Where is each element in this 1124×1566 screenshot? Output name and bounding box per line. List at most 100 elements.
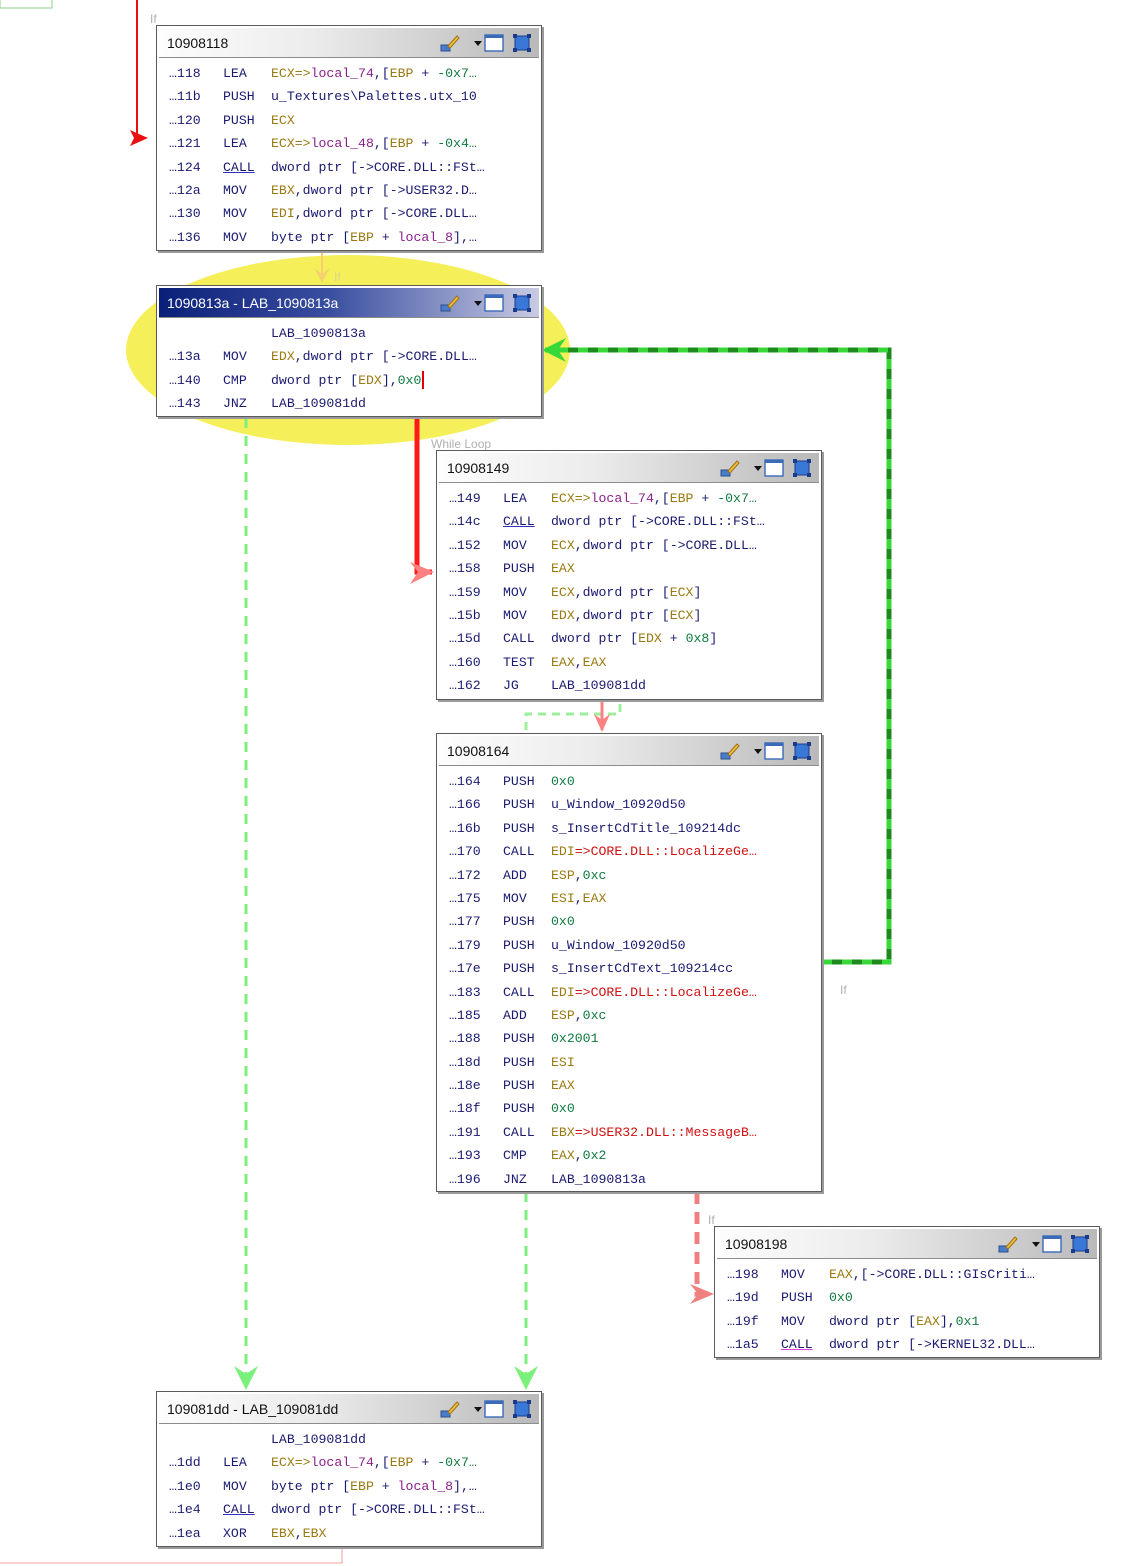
instruction-row[interactable]: …130 MOV EDI,dword ptr [->CORE.DLL… (157, 202, 541, 225)
operand-token[interactable]: , (575, 1148, 583, 1163)
operand-token[interactable]: ,dword ptr [->USER32.D… (295, 183, 477, 198)
instruction-mnemonic[interactable]: LEA (223, 1451, 247, 1474)
operand-token[interactable]: u_Window_10920d50 (551, 797, 686, 812)
instruction-mnemonic[interactable]: CALL (503, 1121, 535, 1144)
operand-token[interactable]: , (575, 655, 583, 670)
operand-token[interactable]: EBP (390, 136, 414, 151)
instruction-mnemonic[interactable]: CALL (223, 156, 255, 179)
instruction-row[interactable]: …198 MOV EAX,[->CORE.DLL::GIsCriti… (715, 1263, 1099, 1286)
code-block-1090813a[interactable]: 1090813a - LAB_1090813a LAB_1090813a …13a M… (156, 285, 542, 417)
operand-token[interactable]: local_8 (398, 1479, 453, 1494)
operand-token[interactable]: byte ptr [ (271, 1479, 350, 1494)
instruction-row[interactable]: …152 MOV ECX,dword ptr [->CORE.DLL… (437, 534, 821, 557)
instruction-row[interactable]: …191 CALL EBX=>USER32.DLL::MessageB… (437, 1121, 821, 1144)
instruction-row[interactable]: …16b PUSH s_InsertCdTitle_109214dc (437, 817, 821, 840)
operand-token[interactable]: EDX (358, 373, 382, 388)
operand-token[interactable]: + (374, 230, 398, 245)
operand-token[interactable]: LAB_109081dd (271, 396, 366, 411)
operand-token[interactable]: ESI (551, 1055, 575, 1070)
operand-token[interactable]: ,dword ptr [ (575, 585, 670, 600)
block-titlebar[interactable]: 10908149 (439, 453, 819, 483)
operand-token[interactable]: local_74 (311, 1455, 374, 1470)
instruction-mnemonic[interactable]: MOV (223, 226, 247, 249)
operand-token[interactable]: ECX (551, 538, 575, 553)
operand-token[interactable]: 0x8 (686, 631, 710, 646)
instruction-operands[interactable]: ECX,dword ptr [->CORE.DLL… (551, 534, 757, 557)
instruction-operands[interactable]: u_Window_10920d50 (551, 793, 686, 816)
instruction-mnemonic[interactable]: MOV (781, 1263, 805, 1286)
operand-token[interactable]: EBX (551, 1125, 575, 1140)
operand-token[interactable]: EDX (271, 349, 295, 364)
operand-token[interactable]: + (413, 136, 437, 151)
instruction-row[interactable]: …15b MOV EDX,dword ptr [ECX] (437, 604, 821, 627)
operand-token[interactable]: 0x0 (551, 1101, 575, 1116)
instruction-row[interactable]: …121 LEA ECX=>local_48,[EBP + -0x4… (157, 132, 541, 155)
instruction-operands[interactable]: EAX,0x2 (551, 1144, 606, 1167)
instruction-operands[interactable]: dword ptr [->CORE.DLL::FSt… (271, 156, 485, 179)
instruction-operands[interactable]: dword ptr [EAX],0x1 (829, 1310, 979, 1333)
instruction-row[interactable]: …183 CALL EDI=>CORE.DLL::LocalizeGe… (437, 981, 821, 1004)
chevron-down-icon[interactable] (1025, 1234, 1040, 1254)
instruction-operands[interactable]: EAX,EAX (551, 651, 606, 674)
operand-token[interactable]: s_InsertCdTitle_109214dc (551, 821, 741, 836)
operand-token[interactable]: EAX (551, 655, 575, 670)
window-icon[interactable] (483, 293, 505, 313)
operand-token[interactable]: 0x2 (583, 1148, 607, 1163)
instruction-operands[interactable]: dword ptr [->CORE.DLL::FSt… (551, 510, 765, 533)
instruction-mnemonic[interactable]: LEA (223, 132, 247, 155)
window-icon[interactable] (763, 741, 785, 761)
instruction-mnemonic[interactable]: XOR (223, 1522, 247, 1545)
instruction-mnemonic[interactable]: PUSH (503, 1051, 535, 1074)
operand-token[interactable]: local_48 (311, 136, 374, 151)
instruction-row[interactable]: …1ea XOR EBX,EBX (157, 1522, 541, 1545)
operand-token[interactable]: ESP (551, 868, 575, 883)
instruction-mnemonic[interactable]: JG (503, 674, 519, 697)
operand-token[interactable]: LAB_1090813a (551, 1172, 646, 1187)
instruction-row[interactable]: …177 PUSH 0x0 (437, 910, 821, 933)
operand-token[interactable]: 0x0 (829, 1290, 853, 1305)
instruction-row[interactable]: …175 MOV ESI,EAX (437, 887, 821, 910)
operand-token[interactable]: EBX (303, 1526, 327, 1541)
operand-token[interactable]: dword ptr [->CORE.DLL::FSt… (271, 160, 485, 175)
instruction-row[interactable]: …1e0 MOV byte ptr [EBP + local_8],… (157, 1475, 541, 1498)
instruction-mnemonic[interactable]: ADD (503, 864, 527, 887)
instruction-mnemonic[interactable]: MOV (503, 604, 527, 627)
operand-token[interactable]: dword ptr [->KERNEL32.DLL… (829, 1337, 1035, 1352)
instruction-mnemonic[interactable]: CALL (503, 840, 535, 863)
instruction-operands[interactable]: LAB_109081dd (551, 674, 646, 697)
edge-into-10908118[interactable] (136, 0, 140, 139)
operand-token[interactable]: u_Textures\Palettes.utx_10 (271, 89, 477, 104)
instruction-operands[interactable]: 0x0 (551, 1097, 575, 1120)
operand-token[interactable]: EAX (551, 561, 575, 576)
operand-token[interactable]: ECX (670, 585, 694, 600)
instruction-operands[interactable]: LAB_1090813a (271, 322, 366, 345)
instruction-operands[interactable]: EBX,dword ptr [->USER32.D… (271, 179, 477, 202)
operand-token[interactable]: 0x2001 (551, 1031, 598, 1046)
code-block-109081dd[interactable]: 109081dd - LAB_109081dd LAB_109081dd …1dd L… (156, 1391, 542, 1547)
operand-token[interactable]: EDI (551, 985, 575, 1000)
instruction-operands[interactable]: LAB_109081dd (271, 1428, 366, 1451)
operand-token[interactable]: s_InsertCdText_109214cc (551, 961, 733, 976)
instruction-operands[interactable]: byte ptr [EBP + local_8],… (271, 226, 477, 249)
instruction-row[interactable]: …120 PUSH ECX (157, 109, 541, 132)
instruction-mnemonic[interactable]: CALL (503, 510, 535, 533)
instruction-row[interactable]: LAB_109081dd (157, 1428, 541, 1451)
operand-token[interactable]: ,dword ptr [ (575, 608, 670, 623)
instruction-operands[interactable]: LAB_109081dd (271, 392, 366, 415)
operand-token[interactable]: ESP (551, 1008, 575, 1023)
instruction-row[interactable]: …18d PUSH ESI (437, 1051, 821, 1074)
operand-token[interactable]: ECX (551, 585, 575, 600)
operand-token[interactable]: u_Window_10920d50 (551, 938, 686, 953)
instruction-operands[interactable]: dword ptr [->CORE.DLL::FSt… (271, 1498, 485, 1521)
instruction-operands[interactable]: 0x2001 (551, 1027, 598, 1050)
operand-token[interactable]: =>USER32.DLL::MessageB… (575, 1125, 757, 1140)
operand-token[interactable]: ] (709, 631, 717, 646)
instruction-mnemonic[interactable]: CALL (781, 1333, 813, 1356)
brush-icon[interactable] (719, 741, 741, 761)
block-titlebar[interactable]: 10908118 (159, 28, 539, 58)
instruction-mnemonic[interactable]: MOV (223, 345, 247, 368)
instruction-row[interactable]: …11b PUSH u_Textures\Palettes.utx_10 (157, 85, 541, 108)
instruction-mnemonic[interactable]: LEA (223, 62, 247, 85)
operand-token[interactable]: =>CORE.DLL::LocalizeGe… (575, 844, 757, 859)
instruction-operands[interactable]: EDI=>CORE.DLL::LocalizeGe… (551, 981, 757, 1004)
